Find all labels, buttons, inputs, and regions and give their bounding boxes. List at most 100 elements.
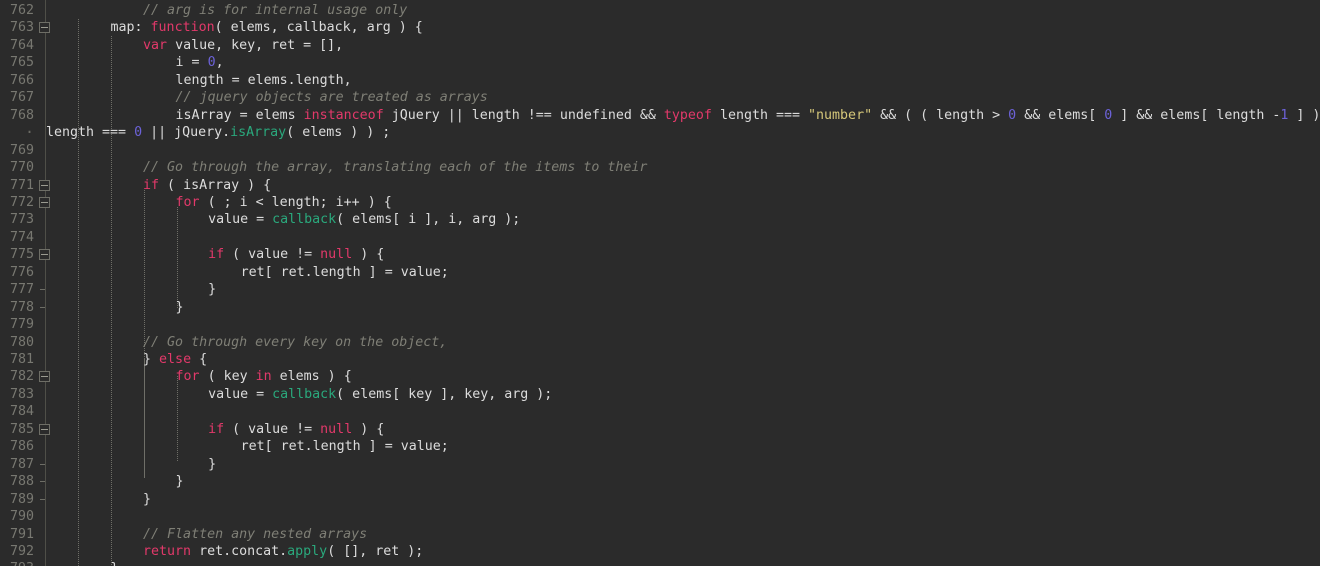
line-number: 765 xyxy=(9,55,34,71)
code-line[interactable]: }, xyxy=(111,560,127,566)
token-plain: ) { xyxy=(352,247,385,263)
code-line[interactable]: // jquery objects are treated as arrays xyxy=(176,89,488,106)
code-line[interactable]: if ( value != null ) { xyxy=(208,421,384,438)
token-plain: value, key, ret = [], xyxy=(167,37,344,53)
token-comment: // Flatten any nested arrays xyxy=(143,526,368,542)
token-plain: ] && elems[ length - xyxy=(1112,107,1281,123)
line-number: 786 xyxy=(9,439,34,455)
token-comment: // jquery objects are treated as arrays xyxy=(175,90,488,106)
indent-guide xyxy=(78,19,79,566)
token-keyword: null xyxy=(320,247,353,263)
token-plain: ( value != xyxy=(224,421,321,437)
fold-end-tick-icon xyxy=(40,498,45,500)
token-plain: ret[ ret.length ] = value; xyxy=(240,264,449,280)
token-plain: ( elems[ i ], i, arg ); xyxy=(336,212,521,228)
line-number-gutter[interactable]: 762 763 764 765 766 767 768 · 769 770 771 772 773 774… xyxy=(0,0,50,566)
code-line[interactable]: } xyxy=(143,491,151,508)
token-plain: jQuery || length !== undefined && xyxy=(383,107,664,123)
token-plain: length === xyxy=(711,107,809,123)
token-keyword: for xyxy=(175,369,200,385)
token-number: 0 xyxy=(207,55,216,71)
line-number: 777 xyxy=(9,282,34,298)
line-number: 783 xyxy=(9,386,34,402)
token-plain: ( elems, callback, arg ) { xyxy=(214,20,423,36)
token-number: 0 xyxy=(134,125,143,141)
line-number: 767 xyxy=(9,90,34,106)
code-line[interactable]: i = 0, xyxy=(176,54,224,71)
code-line[interactable]: value = callback( elems[ i ], i, arg ); xyxy=(208,211,520,228)
token-plain: elems ) { xyxy=(271,369,352,385)
code-line[interactable]: ret[ ret.length ] = value; xyxy=(241,264,449,281)
line-number: 771 xyxy=(9,177,34,193)
token-comment: // Go through the array, translating eac… xyxy=(143,160,648,176)
token-plain: length === xyxy=(46,125,135,141)
fold-end-tick-icon xyxy=(40,481,45,483)
token-plain: } xyxy=(143,352,160,367)
code-line[interactable]: map: function( elems, callback, arg ) { xyxy=(111,19,423,36)
code-line[interactable]: // Go through the array, translating eac… xyxy=(143,159,647,176)
code-line[interactable]: } xyxy=(208,456,216,473)
code-line[interactable]: if ( value != null ) { xyxy=(208,246,384,263)
code-line[interactable]: length === 0 || jQuery.isArray( elems ) … xyxy=(46,124,390,141)
line-number: 791 xyxy=(9,526,34,542)
token-plain: ( [], ret ); xyxy=(327,543,424,559)
token-plain: } xyxy=(208,282,217,298)
code-line[interactable]: } xyxy=(176,299,184,316)
token-plain: ( ; i < length; i++ ) { xyxy=(199,194,392,210)
code-line[interactable]: for ( key in elems ) { xyxy=(176,368,352,385)
fold-collapse-icon[interactable] xyxy=(39,179,50,191)
code-line[interactable]: value = callback( elems[ key ], key, arg… xyxy=(208,386,552,403)
token-plain: }, xyxy=(111,561,127,566)
code-line[interactable]: ret[ ret.length ] = value; xyxy=(241,438,449,455)
line-number: 787 xyxy=(9,456,34,472)
code-line[interactable]: } xyxy=(208,281,216,298)
token-plain: ret[ ret.length ] = value; xyxy=(240,439,449,455)
fold-end-tick-icon xyxy=(40,306,45,308)
line-number: 782 xyxy=(9,369,34,385)
line-number: 790 xyxy=(9,509,34,525)
fold-end-tick-icon xyxy=(40,463,45,465)
line-number: 789 xyxy=(9,491,34,507)
token-keyword: for xyxy=(175,194,200,210)
token-plain: ( elems[ key ], key, arg ); xyxy=(336,386,553,402)
code-line[interactable]: // Go through every key on the object, xyxy=(143,334,447,351)
token-plain: ( isArray ) { xyxy=(159,177,272,193)
token-plain: ( key xyxy=(199,369,256,385)
line-number: 770 xyxy=(9,160,34,176)
code-line[interactable]: } else { xyxy=(143,351,207,368)
token-comment: // Go through every key on the object, xyxy=(143,334,448,350)
token-plain: && ( ( length > xyxy=(872,107,1009,123)
fold-collapse-icon[interactable] xyxy=(39,249,50,261)
line-number: 779 xyxy=(9,317,34,333)
token-func: isArray xyxy=(230,125,287,141)
token-keyword: in xyxy=(255,369,272,385)
fold-collapse-icon[interactable] xyxy=(39,371,50,383)
token-comment: // arg is for internal usage only xyxy=(143,3,408,18)
code-line[interactable]: var value, key, ret = [], xyxy=(143,37,343,54)
fold-collapse-icon[interactable] xyxy=(39,423,50,435)
line-number: 781 xyxy=(9,352,34,367)
token-string: "number" xyxy=(808,107,873,123)
code-line[interactable]: length = elems.length, xyxy=(176,72,352,89)
code-line[interactable]: isArray = elems instanceof jQuery || len… xyxy=(176,107,1320,124)
token-keyword: if xyxy=(143,177,160,193)
code-line[interactable]: // arg is for internal usage only xyxy=(143,2,407,19)
line-number: 763 xyxy=(9,20,34,36)
token-plain: && elems[ xyxy=(1016,107,1105,123)
token-plain: ( value != xyxy=(224,247,321,263)
fold-collapse-icon[interactable] xyxy=(39,22,50,34)
token-func: apply xyxy=(287,543,328,559)
token-plain: } xyxy=(175,299,184,315)
token-keyword: typeof xyxy=(663,107,712,123)
code-line[interactable]: // Flatten any nested arrays xyxy=(143,526,367,543)
code-line[interactable]: for ( ; i < length; i++ ) { xyxy=(176,194,392,211)
fold-collapse-icon[interactable] xyxy=(39,196,50,208)
code-editor[interactable]: // arg is for internal usage only map: fu… xyxy=(0,0,1320,566)
code-line[interactable]: if ( isArray ) { xyxy=(143,177,271,194)
line-number: 774 xyxy=(9,229,34,245)
token-func: callback xyxy=(272,386,337,402)
line-number: 780 xyxy=(9,334,34,350)
code-line[interactable]: } xyxy=(176,473,184,490)
code-line[interactable]: return ret.concat.apply( [], ret ); xyxy=(143,543,423,560)
token-plain: ] ) || xyxy=(1296,107,1320,123)
